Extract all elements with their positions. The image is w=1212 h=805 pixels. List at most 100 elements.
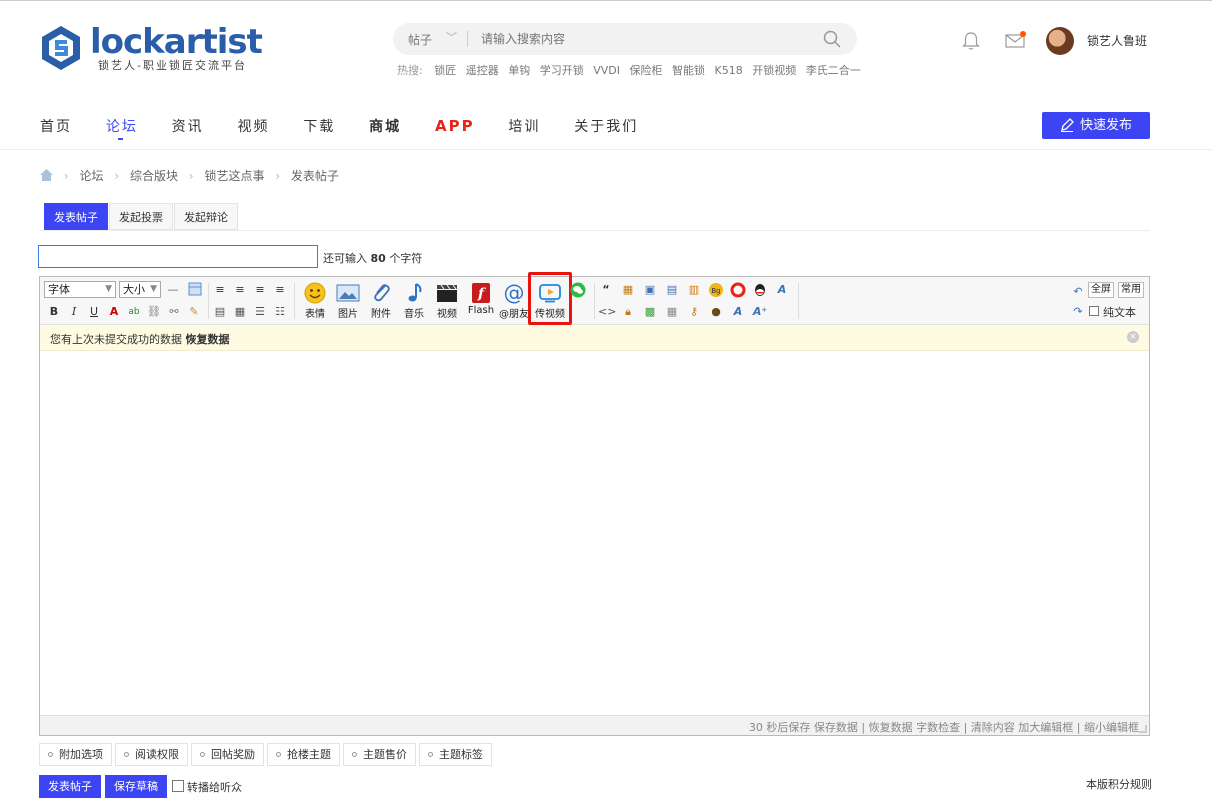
nav-item-about[interactable]: 关于我们	[574, 116, 638, 136]
breadcrumb-item[interactable]: 综合版块	[130, 169, 178, 183]
ball-icon[interactable]: ●	[708, 304, 724, 320]
search-type-select[interactable]: 帖子	[408, 31, 432, 48]
post-title-input[interactable]	[38, 245, 318, 268]
lock-hide-icon[interactable]: ▦	[620, 282, 636, 298]
editor-body[interactable]	[40, 352, 1149, 714]
index-icon[interactable]: ▤	[664, 282, 680, 298]
option-price[interactable]: 主题售价	[343, 743, 416, 766]
save-draft-button[interactable]: 保存草稿	[105, 775, 167, 798]
breadcrumb-item[interactable]: 锁艺这点事	[204, 169, 264, 183]
nav-item-app[interactable]: APP	[435, 117, 475, 135]
option-reply-reward[interactable]: 回帖奖励	[191, 743, 264, 766]
bg-color-icon[interactable]: Bg	[708, 282, 724, 298]
box-icon[interactable]: ▥	[686, 282, 702, 298]
font-color-icon[interactable]: A	[106, 304, 122, 320]
link-icon[interactable]: ⛓	[146, 304, 162, 320]
music-button[interactable]: 音乐	[398, 282, 430, 320]
wechat-icon[interactable]	[570, 282, 586, 298]
restore-data-link[interactable]: 恢复数据	[186, 333, 230, 346]
attachment-button[interactable]: 附件	[365, 282, 397, 320]
breadcrumb-item[interactable]: 论坛	[79, 169, 103, 183]
table-icon[interactable]	[187, 282, 203, 298]
search-icon[interactable]	[823, 30, 841, 48]
hot-term[interactable]: 智能锁	[672, 64, 705, 77]
italic-icon[interactable]: I	[66, 304, 82, 320]
free-info-icon[interactable]: ▩	[642, 304, 658, 320]
indent-icon[interactable]: ▦	[232, 304, 248, 320]
nav-item-news[interactable]: 资讯	[172, 116, 204, 136]
site-logo[interactable]: lockartist 锁艺人-职业锁匠交流平台	[40, 22, 280, 78]
hot-term[interactable]: 锁匠	[434, 64, 456, 77]
nav-item-home[interactable]: 首页	[40, 116, 72, 136]
mention-button[interactable]: @ @朋友	[498, 282, 530, 320]
flash-button[interactable]: f Flash	[465, 282, 497, 316]
nav-item-training[interactable]: 培训	[508, 116, 540, 136]
emoji-button[interactable]: 表情	[299, 282, 331, 320]
page-icon[interactable]: ▣	[642, 282, 658, 298]
font-a-icon[interactable]: A	[730, 304, 746, 320]
grid-icon[interactable]: ▦	[664, 304, 680, 320]
hot-term[interactable]: 保险柜	[629, 64, 662, 77]
status-text[interactable]: 30 秒后保存 保存数据 | 恢复数据 字数检查 | 清除内容 加大编辑框 | …	[749, 719, 1139, 735]
float-icon[interactable]: ▤	[212, 304, 228, 320]
hot-term[interactable]: 单钩	[508, 64, 530, 77]
hr-icon[interactable]: —	[165, 282, 181, 298]
nav-item-download[interactable]: 下载	[303, 116, 335, 136]
ordered-list-icon[interactable]: ☰	[252, 304, 268, 320]
broadcast-checkbox[interactable]	[172, 780, 184, 792]
bold-icon[interactable]: B	[46, 304, 62, 320]
option-tags[interactable]: 主题标签	[419, 743, 492, 766]
nav-item-mall[interactable]: 商城	[369, 116, 401, 136]
chevron-down-icon[interactable]: ﹀	[446, 29, 457, 45]
image-button[interactable]: 图片	[332, 282, 364, 320]
home-icon[interactable]	[40, 169, 53, 181]
lock-icon[interactable]: 🔒︎	[620, 304, 636, 320]
hot-term[interactable]: 李氏二合一	[806, 64, 861, 77]
align-justify-icon[interactable]: ≡	[272, 282, 288, 298]
plain-text-checkbox[interactable]	[1089, 306, 1099, 316]
quote-icon[interactable]: “	[598, 282, 614, 298]
font-style-icon[interactable]: A	[774, 282, 790, 298]
font-size-up-icon[interactable]: A⁺	[752, 304, 768, 320]
align-center-icon[interactable]: ≡	[232, 282, 248, 298]
font-select[interactable]: 字体 ▼	[44, 281, 116, 298]
tab-debate[interactable]: 发起辩论	[174, 203, 238, 230]
format-brush-icon[interactable]: ✎	[186, 304, 202, 320]
close-icon[interactable]: ×	[1127, 331, 1139, 343]
undo-icon[interactable]: ↶	[1070, 284, 1086, 300]
search-input[interactable]	[481, 30, 801, 48]
resize-grip-icon[interactable]	[1139, 725, 1147, 733]
spellcheck-icon[interactable]: ab	[126, 304, 142, 320]
nav-item-video[interactable]: 视频	[237, 116, 269, 136]
tab-post[interactable]: 发表帖子	[44, 203, 108, 230]
quick-publish-button[interactable]: 快速发布	[1042, 112, 1150, 139]
tab-poll[interactable]: 发起投票	[109, 203, 173, 230]
align-right-icon[interactable]: ≡	[252, 282, 268, 298]
common-mode-button[interactable]: 常用	[1118, 282, 1144, 298]
hot-term[interactable]: 开锁视频	[752, 64, 796, 77]
unlink-icon[interactable]: ⚯	[166, 304, 182, 320]
hot-term[interactable]: 遥控器	[466, 64, 499, 77]
video-button[interactable]: 视频	[431, 282, 463, 320]
option-extra[interactable]: 附加选项	[39, 743, 112, 766]
underline-icon[interactable]: U	[86, 304, 102, 320]
hot-term[interactable]: K518	[714, 64, 742, 77]
qq-icon[interactable]	[752, 282, 768, 298]
align-left-icon[interactable]: ≡	[212, 282, 228, 298]
size-select[interactable]: 大小 ▼	[119, 281, 161, 298]
bell-icon[interactable]	[961, 31, 981, 51]
color-ring-icon[interactable]	[730, 282, 746, 298]
option-floor-grab[interactable]: 抢楼主题	[267, 743, 340, 766]
avatar[interactable]	[1046, 27, 1074, 55]
option-read-permission[interactable]: 阅读权限	[115, 743, 188, 766]
password-icon[interactable]: ⚷	[686, 304, 702, 320]
hot-term[interactable]: 学习开锁	[540, 64, 584, 77]
code-icon[interactable]: <>	[598, 304, 616, 320]
redo-icon[interactable]: ↷	[1070, 304, 1086, 320]
username[interactable]: 锁艺人鲁班	[1087, 32, 1147, 49]
fullscreen-button[interactable]: 全屏	[1088, 282, 1114, 298]
points-rules-link[interactable]: 本版积分规则	[1086, 776, 1152, 792]
bullet-list-icon[interactable]: ☷	[272, 304, 288, 320]
hot-term[interactable]: VVDI	[593, 64, 620, 77]
submit-post-button[interactable]: 发表帖子	[39, 775, 101, 798]
